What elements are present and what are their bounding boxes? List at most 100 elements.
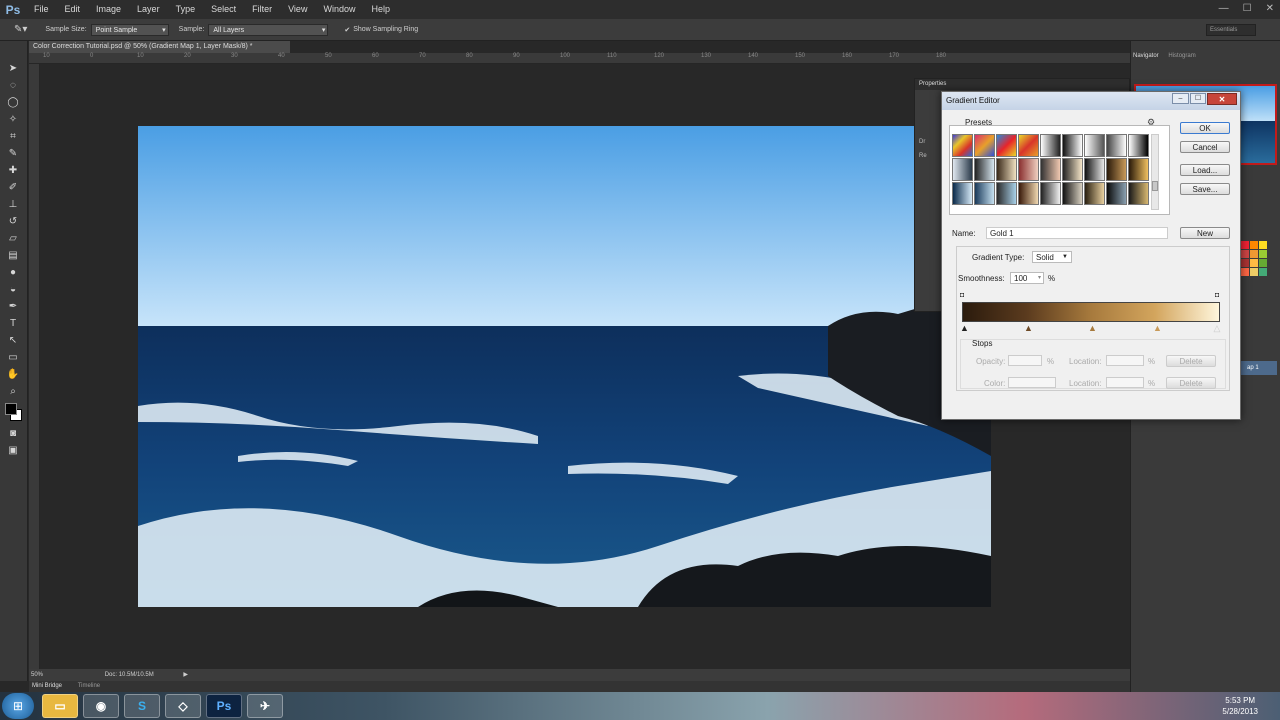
preset-swatch[interactable] <box>1040 158 1061 181</box>
preset-swatch[interactable] <box>1128 158 1149 181</box>
healing-tool-icon[interactable]: ✚ <box>6 164 20 178</box>
preset-swatch[interactable] <box>1106 134 1127 157</box>
preset-swatch[interactable] <box>974 182 995 205</box>
preset-swatch[interactable] <box>974 158 995 181</box>
preset-swatches[interactable] <box>952 134 1149 209</box>
menu-image[interactable]: Image <box>88 0 129 19</box>
props-item-dr[interactable]: Dr <box>919 139 925 145</box>
gradient-type-select[interactable]: Solid ▼ <box>1032 251 1072 263</box>
swatches-panel[interactable] <box>1241 241 1269 301</box>
sample-size-select[interactable]: Point Sample <box>90 23 169 36</box>
blur-tool-icon[interactable]: ● <box>6 266 20 280</box>
tab-timeline[interactable]: Timeline <box>78 683 100 689</box>
new-button[interactable]: New <box>1180 227 1230 239</box>
color-stop-4[interactable]: ▲ <box>1153 324 1162 334</box>
chrome-icon[interactable]: ◉ <box>83 694 119 718</box>
preset-swatch[interactable] <box>1106 158 1127 181</box>
delete-opacity-stop-button[interactable]: Delete <box>1166 355 1216 367</box>
menu-type[interactable]: Type <box>168 0 204 19</box>
menu-filter[interactable]: Filter <box>244 0 280 19</box>
preset-swatch[interactable] <box>1062 182 1083 205</box>
move-tool-icon[interactable]: ➤ <box>6 62 20 76</box>
menu-view[interactable]: View <box>280 0 315 19</box>
preset-swatch[interactable] <box>1084 158 1105 181</box>
type-tool-icon[interactable]: T <box>6 317 20 331</box>
stamp-tool-icon[interactable]: ⊥ <box>6 198 20 212</box>
folder-icon[interactable]: ▭ <box>42 694 78 718</box>
preset-swatch[interactable] <box>952 182 973 205</box>
save-button[interactable]: Save... <box>1180 183 1230 195</box>
menu-edit[interactable]: Edit <box>57 0 89 19</box>
screen-mode-icon[interactable]: ▣ <box>6 444 20 458</box>
color-stop-1[interactable]: ▲ <box>960 324 969 334</box>
tab-histogram[interactable]: Histogram <box>1168 53 1195 59</box>
color-picker-field[interactable] <box>1008 377 1056 388</box>
preset-swatch[interactable] <box>996 182 1017 205</box>
close-button[interactable]: ✕ <box>1266 0 1274 17</box>
props-item-re[interactable]: Re <box>919 153 927 159</box>
menu-window[interactable]: Window <box>315 0 363 19</box>
opacity-stop-left[interactable]: ◘ <box>960 292 964 299</box>
delete-color-stop-button[interactable]: Delete <box>1166 377 1216 389</box>
zoom-level[interactable]: 50% <box>31 672 43 678</box>
color-stop-3[interactable]: ▲ <box>1088 324 1097 334</box>
eraser-tool-icon[interactable]: ▱ <box>6 232 20 246</box>
color-swatches[interactable] <box>4 402 27 424</box>
app-icon[interactable]: ◇ <box>165 694 201 718</box>
preset-swatch[interactable] <box>1084 182 1105 205</box>
preset-swatch[interactable] <box>1062 134 1083 157</box>
preset-swatch[interactable] <box>1040 134 1061 157</box>
opacity-input[interactable] <box>1008 355 1042 366</box>
hand-tool-icon[interactable]: ✋ <box>6 368 20 382</box>
preset-swatch[interactable] <box>1018 134 1039 157</box>
lasso-tool-icon[interactable]: ◯ <box>6 96 20 110</box>
opacity-location-input[interactable] <box>1106 355 1144 366</box>
preset-swatch[interactable] <box>1040 182 1061 205</box>
document-tab[interactable]: Color Correction Tutorial.psd @ 50% (Gra… <box>29 41 290 53</box>
quick-mask-icon[interactable]: ◙ <box>6 427 20 441</box>
preset-swatch[interactable] <box>996 134 1017 157</box>
preset-swatch[interactable] <box>952 158 973 181</box>
tab-mini-bridge[interactable]: Mini Bridge <box>32 683 62 689</box>
menu-layer[interactable]: Layer <box>129 0 168 19</box>
start-button[interactable]: ⊞ <box>2 693 34 719</box>
shape-tool-icon[interactable]: ▭ <box>6 351 20 365</box>
preset-swatch[interactable] <box>1018 158 1039 181</box>
eyedropper-icon[interactable]: ✎▾ <box>14 24 27 35</box>
sample-select[interactable]: All Layers <box>208 23 329 36</box>
photoshop-taskbar-icon[interactable]: Ps <box>206 694 242 718</box>
pen-tool-icon[interactable]: ✒ <box>6 300 20 314</box>
history-brush-icon[interactable]: ↺ <box>6 215 20 229</box>
system-clock[interactable]: 5:53 PM 5/28/2013 <box>1222 695 1258 717</box>
path-select-icon[interactable]: ↖ <box>6 334 20 348</box>
dialog-maximize-button[interactable]: ☐ <box>1190 93 1206 104</box>
preset-swatch[interactable] <box>974 134 995 157</box>
eyedropper-tool-icon[interactable]: ✎ <box>6 147 20 161</box>
gradient-bar[interactable] <box>962 302 1220 322</box>
smoothness-input[interactable]: 100 ▾ <box>1010 272 1044 284</box>
ok-button[interactable]: OK <box>1180 122 1230 134</box>
gradient-tool-icon[interactable]: ▤ <box>6 249 20 263</box>
opacity-stop-right[interactable]: ◘ <box>1215 292 1219 299</box>
name-input[interactable]: Gold 1 <box>986 227 1168 239</box>
preset-swatch[interactable] <box>1106 182 1127 205</box>
brush-tool-icon[interactable]: ✐ <box>6 181 20 195</box>
preset-swatch[interactable] <box>1018 182 1039 205</box>
preset-swatch[interactable] <box>1084 134 1105 157</box>
color-location-input[interactable] <box>1106 377 1144 388</box>
preset-swatch[interactable] <box>996 158 1017 181</box>
marquee-tool-icon[interactable]: ◌ <box>6 79 20 93</box>
maximize-button[interactable]: ☐ <box>1243 0 1252 17</box>
dodge-tool-icon[interactable]: ◒ <box>6 283 20 297</box>
status-arrow-icon[interactable]: ▶ <box>183 672 188 678</box>
preset-swatch[interactable] <box>1062 158 1083 181</box>
workspace-select[interactable]: Essentials <box>1206 24 1256 36</box>
minimize-button[interactable]: — <box>1219 0 1229 17</box>
color-stop-5[interactable]: △ <box>1213 324 1221 334</box>
quick-select-icon[interactable]: ✧ <box>6 113 20 127</box>
load-button[interactable]: Load... <box>1180 164 1230 176</box>
zoom-tool-icon[interactable]: ⌕ <box>6 385 20 399</box>
dialog-close-button[interactable]: ✕ <box>1207 93 1237 105</box>
checkbox-icon[interactable]: ✔ <box>344 26 350 34</box>
presets-scrollbar[interactable] <box>1151 134 1159 210</box>
